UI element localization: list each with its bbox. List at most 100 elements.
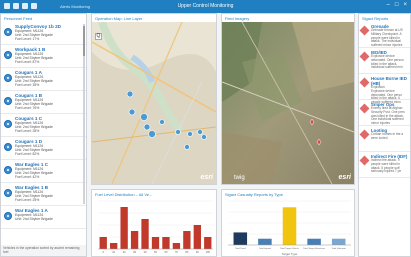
vehicle-icon xyxy=(4,189,12,197)
bar[interactable] xyxy=(110,243,118,249)
list-item[interactable]: War Eagles 1 A Equipment: M1126 Unit: 2nd … xyxy=(1,206,86,229)
sigact-detail: seriously injured 7 pe xyxy=(371,169,402,174)
bar[interactable] xyxy=(193,225,201,249)
bar[interactable] xyxy=(151,237,160,249)
search-icon[interactable]: Q xyxy=(95,33,102,40)
alert-icon xyxy=(359,103,370,114)
fuel-level-chart: 0 10 20 30 40 50 60 70 80 90 100 xyxy=(98,200,213,254)
bar[interactable] xyxy=(99,237,107,249)
window-title: Upper Control Monitoring xyxy=(177,3,234,9)
alert-icon xyxy=(359,51,370,62)
vehicle-icon xyxy=(4,212,12,220)
vehicle-detail: Fuel Level: 82% xyxy=(15,152,40,156)
vehicle-detail: Fuel Level: 35% xyxy=(15,83,40,87)
imagery-map[interactable]: twig esri xyxy=(222,21,354,184)
esri-logo-2: esri xyxy=(338,174,351,181)
vehicle-detail: Fuel Level: 87% xyxy=(15,60,40,64)
sigact-detail: were looted xyxy=(371,135,388,140)
personnel-panel: Personnel Feed SupplyConvoy 1b 2D Equipme… xyxy=(0,13,87,257)
sigact-item[interactable]: Grenade Grenade thrown at US Military Chec… xyxy=(359,22,410,48)
twig-watermark: twig xyxy=(234,175,245,181)
vehicle-detail: Fuel Level: 28% xyxy=(15,129,40,133)
tick-label: 60 xyxy=(165,250,168,254)
sigact-detail: individual suffered min xyxy=(371,65,403,70)
bar[interactable] xyxy=(258,238,272,245)
bar[interactable] xyxy=(162,237,170,249)
tick-label: 20 xyxy=(123,250,126,254)
vehicle-icon xyxy=(4,28,12,36)
list-item[interactable]: Cougars 1 C Equipment: M1126 Unit: 2nd Str… xyxy=(1,114,86,137)
bar[interactable] xyxy=(120,207,128,249)
sigact-item[interactable]: Looting Civilian homes in the a were loote… xyxy=(359,126,410,152)
alert-icon xyxy=(359,25,370,36)
tick-label: Total Dead xyxy=(235,247,246,250)
sigact-item[interactable]: IED/IED Explosive device detonated. One pe… xyxy=(359,48,410,74)
vehicle-icon xyxy=(4,166,12,174)
fuel-chart-title: Fuel Level Distribution – All Ve... xyxy=(95,192,153,197)
vehicle-detail: Fuel Level: 25% xyxy=(15,198,40,202)
sigact-item[interactable]: Indirect Fire (IDF) Indirect fire attack.… xyxy=(359,152,410,178)
list-item[interactable]: Cougars 1 A Equipment: M1126 Unit: 2nd Str… xyxy=(1,68,86,91)
list-item[interactable]: Workpack 1 B Equipment: M1126 Unit: 2nd St… xyxy=(1,45,86,68)
close-button[interactable]: × xyxy=(403,2,407,8)
bar[interactable] xyxy=(307,238,321,245)
vehicle-icon xyxy=(4,97,12,105)
alert-icon xyxy=(359,77,370,88)
bar[interactable] xyxy=(141,219,149,249)
title-bar: Alerts Monitoring Upper Control Monitori… xyxy=(0,0,411,13)
list-item[interactable]: SupplyConvoy 1b 2D Equipment: M1126 Unit: … xyxy=(1,22,86,45)
sigact-item[interactable]: House Borne IED (HB) Explosion Explosive d… xyxy=(359,74,410,104)
operation-map-header: Operation Map: Line Layer xyxy=(95,16,143,21)
alert-icon xyxy=(359,155,370,166)
tick-label: 90 xyxy=(196,250,199,254)
fuel-level-chart-panel: Fuel Level Distribution – All Ve... 0 10 2… xyxy=(91,189,217,257)
casualty-chart-panel: Sigact Casualty Reports by Type Total De… xyxy=(221,189,355,257)
vehicle-icon xyxy=(4,74,12,82)
sigact-panel: Sigact Reports Grenade Grenade thrown at … xyxy=(358,13,411,257)
vehicle-icon xyxy=(4,120,12,128)
bar[interactable] xyxy=(183,231,191,249)
tick-label: Total Unknown xyxy=(332,247,347,250)
tick-label: 80 xyxy=(185,250,188,254)
operation-map[interactable]: Q esri xyxy=(92,20,216,184)
maximize-button[interactable]: □ xyxy=(395,2,399,8)
vehicle-icon xyxy=(4,143,12,151)
tick-label: Total Target Vehicle xyxy=(280,247,300,250)
list-item[interactable]: War Eagles 1 C Equipment: M1126 Unit: 2nd … xyxy=(1,160,86,183)
tick-label: 0 xyxy=(103,250,105,254)
casualty-chart-title: Sigact Casualty Reports by Type xyxy=(225,192,283,197)
tick-label: 10 xyxy=(112,250,115,254)
tick-label: 30 xyxy=(133,250,136,254)
alert-icon xyxy=(359,129,370,140)
bar[interactable] xyxy=(233,232,248,245)
field-imagery-panel: Field Imagery twig esri xyxy=(221,13,355,185)
bar[interactable] xyxy=(331,238,346,245)
list-footer: Vehicles in the operation sorted by asce… xyxy=(1,245,86,256)
list-item[interactable]: War Eagles 1 B Equipment: M1126 Unit: 2nd … xyxy=(1,183,86,206)
sigact-item[interactable]: Sniper Ops Enemy fired at Afghan Security … xyxy=(359,100,410,126)
bar[interactable] xyxy=(172,243,181,249)
list-item[interactable]: Cougars 1 B Equipment: M1126 Unit: 2nd Str… xyxy=(1,91,86,114)
bar[interactable] xyxy=(204,237,212,249)
sigact-header: Sigact Reports xyxy=(362,16,389,21)
tick-label: Total Target Structures xyxy=(303,247,326,250)
scrollbar-thumb[interactable] xyxy=(83,26,85,56)
x-axis-label: Target Type xyxy=(282,252,298,256)
tick-label: Total Injured xyxy=(259,247,272,250)
list-item[interactable]: Cougars 1 D Equipment: M1126 Unit: 2nd Str… xyxy=(1,137,86,160)
bar[interactable] xyxy=(282,207,297,245)
minimize-button[interactable]: – xyxy=(387,2,390,8)
casualty-chart: Total Dead Total Injured Total Target Vehi… xyxy=(228,200,351,256)
bar[interactable] xyxy=(130,231,139,249)
operation-map-panel: Operation Map: Line Layer Q esri xyxy=(91,13,217,185)
esri-logo: esri xyxy=(200,174,213,181)
vehicle-detail: Fuel Level: 76% xyxy=(15,106,40,110)
field-imagery-header: Field Imagery xyxy=(225,16,250,21)
vehicle-detail: Fuel Level: 17% xyxy=(15,37,40,41)
tick-label: 100 xyxy=(206,250,211,254)
vehicle-detail: Fuel Level: 42% xyxy=(15,175,40,179)
tick-label: 50 xyxy=(154,250,157,254)
vehicle-detail: Unit: 2nd Stryker Brigade xyxy=(15,217,53,221)
vehicle-icon xyxy=(4,51,12,59)
tick-label: 40 xyxy=(144,250,147,254)
